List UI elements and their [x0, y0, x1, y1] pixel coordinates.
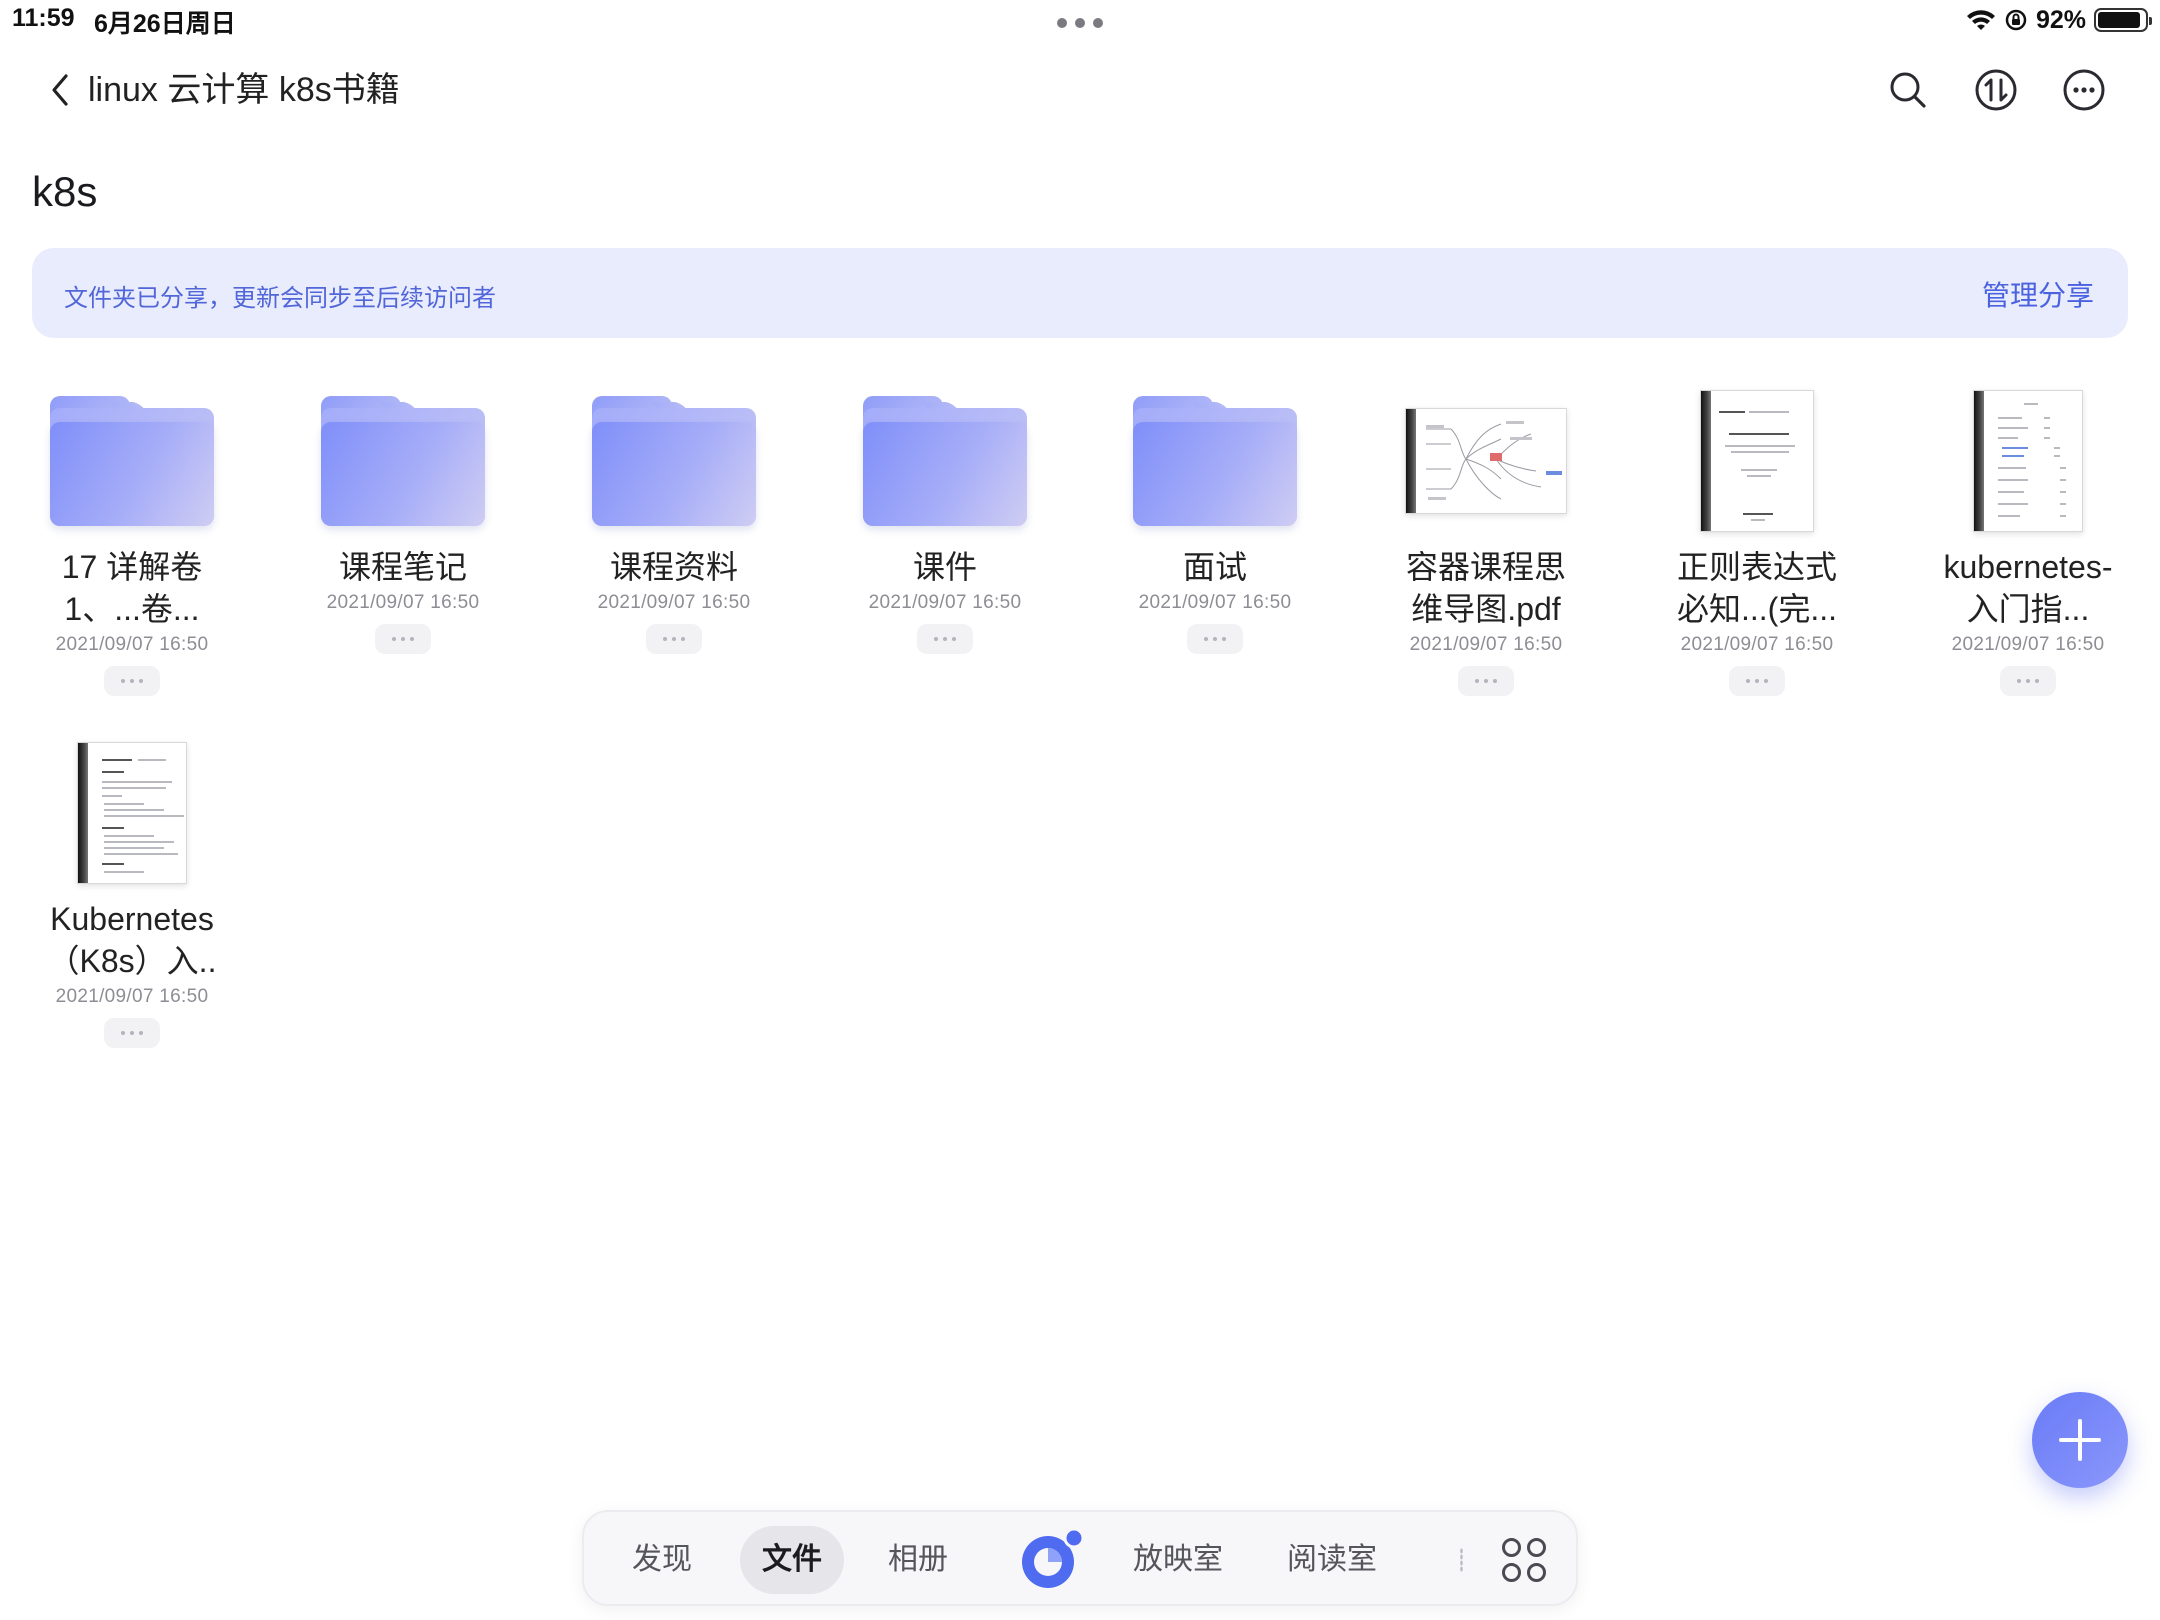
battery-icon [2094, 8, 2152, 32]
file-item[interactable]: 正则表达式 必知...(完... 2021/09/07 16:50 [1632, 380, 1882, 696]
tab-reading-room[interactable]: 阅读室 [1272, 1526, 1392, 1594]
wifi-icon [1966, 10, 1995, 30]
page-title: k8s [32, 168, 98, 215]
file-item[interactable]: 课程笔记 2021/09/07 16:50 [278, 380, 528, 654]
manage-share-link[interactable]: 管理分享 [1982, 274, 2094, 314]
folder-icon [820, 380, 1070, 540]
pdf-thumbnail [1903, 380, 2153, 540]
add-button[interactable] [2032, 1392, 2128, 1488]
tab-albums[interactable]: 相册 [866, 1526, 970, 1594]
file-item[interactable]: 容器课程思 维导图.pdf 2021/09/07 16:50 [1361, 380, 1611, 696]
file-date: 2021/09/07 16:50 [868, 592, 1022, 613]
file-item[interactable]: 面试 2021/09/07 16:50 [1090, 380, 1340, 654]
apps-grid-icon[interactable] [1502, 1538, 1546, 1582]
file-item[interactable]: Kubernetes （K8s）入.. 2021/09/07 16:50 [7, 732, 257, 1048]
file-name: 课件 [912, 549, 977, 585]
transfer-icon[interactable] [1972, 66, 2020, 114]
item-more-button[interactable] [1729, 666, 1785, 696]
more-options-icon[interactable] [2060, 66, 2108, 114]
file-date: 2021/09/07 16:50 [1951, 634, 2105, 655]
file-name: 容器课程思 维导图.pdf [1405, 549, 1566, 627]
status-time: 11:59 [12, 4, 75, 32]
folder-icon [549, 380, 799, 540]
file-item[interactable]: 17 详解卷 1、...卷... 2021/09/07 16:50 [7, 380, 257, 696]
status-bar: 11:59 6月26日周日 92% [0, 0, 2160, 40]
bottom-dock: 发现 文件 相册 放映室 阅读室 [582, 1510, 1578, 1606]
item-more-button[interactable] [104, 666, 160, 696]
multitasking-dots-icon[interactable] [1057, 18, 1103, 28]
folder-icon [1090, 380, 1340, 540]
file-item[interactable]: 课程资料 2021/09/07 16:50 [549, 380, 799, 654]
app-logo-icon[interactable] [1014, 1524, 1086, 1596]
pdf-thumbnail [7, 732, 257, 892]
file-item[interactable]: 课件 2021/09/07 16:50 [820, 380, 1070, 654]
folder-icon [7, 380, 257, 540]
battery-percentage: 92% [2035, 5, 2086, 34]
file-name: 课程资料 [609, 549, 738, 585]
item-more-button[interactable] [1458, 666, 1514, 696]
file-date: 2021/09/07 16:50 [55, 986, 209, 1007]
rotation-lock-icon [2005, 9, 2027, 31]
tab-discover[interactable]: 发现 [610, 1526, 714, 1594]
search-icon[interactable] [1884, 66, 1932, 114]
file-name: Kubernetes （K8s）入.. [47, 901, 217, 979]
item-more-button[interactable] [2000, 666, 2056, 696]
folder-icon [278, 380, 528, 540]
tab-files[interactable]: 文件 [740, 1526, 844, 1594]
file-name: 正则表达式 必知...(完... [1676, 549, 1837, 627]
navigation-header: linux 云计算 k8s书籍 [0, 60, 2160, 120]
file-date: 2021/09/07 16:50 [326, 592, 480, 613]
status-date: 6月26日周日 [94, 10, 236, 38]
file-name: kubernetes- 入门指... [1943, 549, 2113, 627]
file-item[interactable]: kubernetes- 入门指... 2021/09/07 16:50 [1903, 380, 2153, 696]
file-date: 2021/09/07 16:50 [597, 592, 751, 613]
status-indicators: 92% [1966, 4, 2152, 36]
item-more-button[interactable] [646, 624, 702, 654]
breadcrumb-parent-title: linux 云计算 k8s书籍 [88, 71, 400, 109]
plus-icon [2059, 1419, 2101, 1461]
share-banner-text: 文件夹已分享，更新会同步至后续访问者 [64, 285, 496, 312]
file-date: 2021/09/07 16:50 [1680, 634, 1834, 655]
item-more-button[interactable] [1187, 624, 1243, 654]
item-more-button[interactable] [917, 624, 973, 654]
share-banner: 文件夹已分享，更新会同步至后续访问者 管理分享 [32, 248, 2128, 338]
file-name: 面试 [1182, 549, 1247, 585]
file-date: 2021/09/07 16:50 [1138, 592, 1292, 613]
back-button[interactable] [40, 68, 80, 112]
item-more-button[interactable] [375, 624, 431, 654]
file-name: 课程笔记 [338, 549, 467, 585]
dock-divider [1460, 1548, 1463, 1572]
chevron-left-icon [52, 74, 68, 106]
file-date: 2021/09/07 16:50 [55, 634, 209, 655]
file-date: 2021/09/07 16:50 [1409, 634, 1563, 655]
pdf-thumbnail [1361, 380, 1611, 540]
file-name: 17 详解卷 1、...卷... [61, 549, 203, 627]
pdf-thumbnail [1632, 380, 1882, 540]
tab-screening-room[interactable]: 放映室 [1118, 1526, 1238, 1594]
item-more-button[interactable] [104, 1018, 160, 1048]
